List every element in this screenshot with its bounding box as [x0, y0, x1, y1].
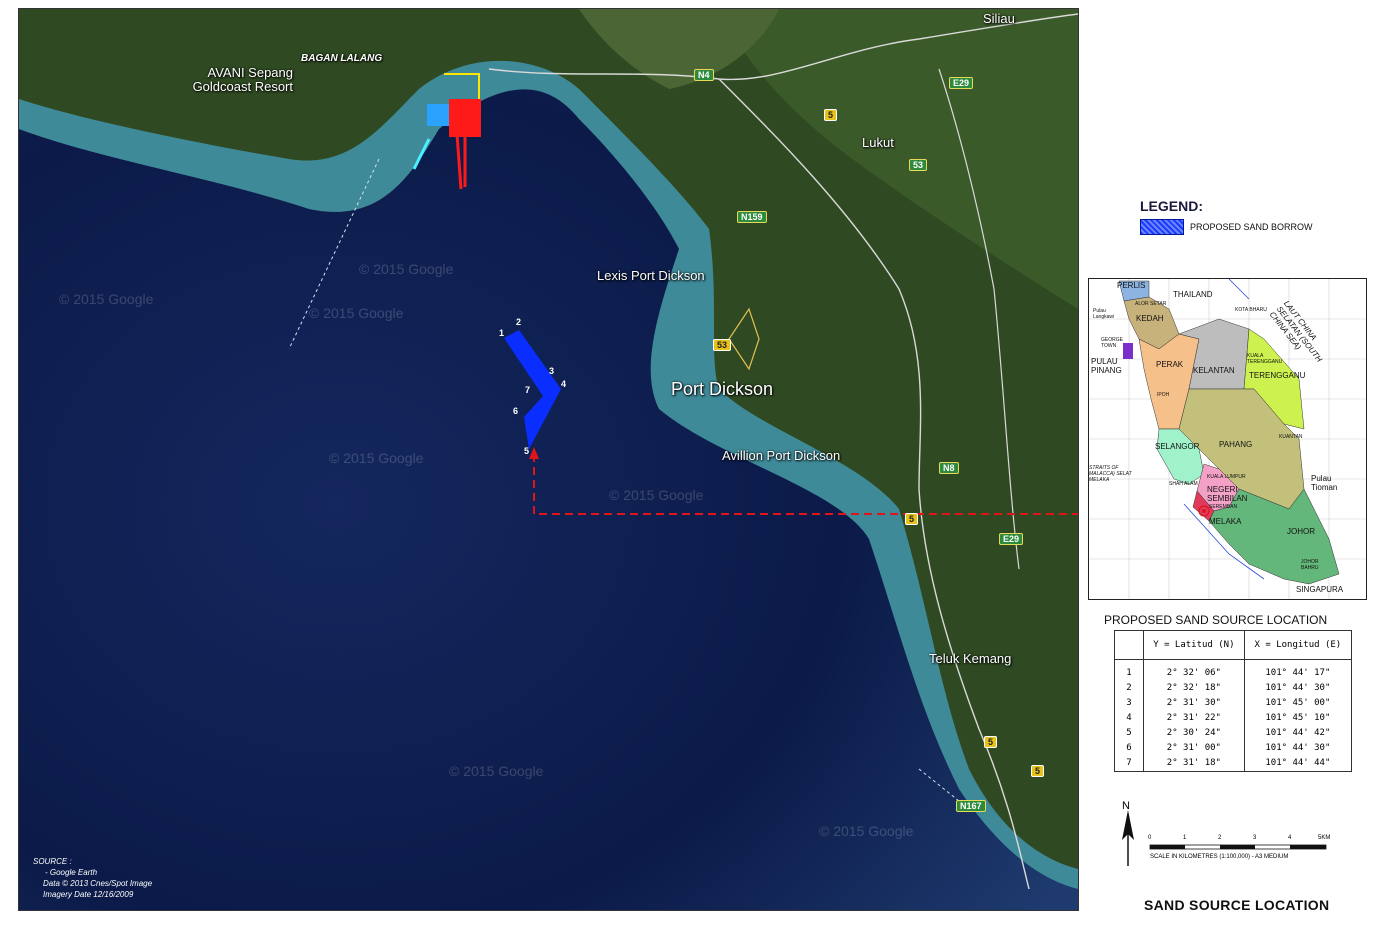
table-row: 6 2° 31' 00" 101° 44' 30"	[1114, 740, 1353, 756]
place-teluk-kemang: Teluk Kemang	[929, 651, 1012, 666]
inset-label-kedah: KEDAH	[1136, 314, 1164, 323]
inset-label-seremban: SEREMBAN	[1209, 504, 1238, 510]
inset-label-kelantan: KELANTAN	[1193, 366, 1235, 375]
place-bagan-lalang: BAGAN LALANG	[301, 53, 383, 64]
scale-caption: SCALE IN KILOMETRES (1:100,000) - A3 MED…	[1150, 854, 1289, 860]
coordinates-table: Y = Latitud (N) X = Longitud (E) 1 2° 32'…	[1114, 630, 1353, 772]
road-n159: N159	[737, 211, 767, 223]
road-5c: 5	[984, 736, 998, 748]
inset-label-johor: JOHOR	[1287, 527, 1315, 536]
watermark: © 2015 Google	[819, 823, 914, 839]
road-5d: 5	[1031, 765, 1045, 777]
watermark: © 2015 Google	[59, 291, 154, 307]
inset-label-melaka: MELAKA	[1209, 517, 1242, 526]
table-row: 5 2° 30' 24" 101° 44' 42"	[1114, 725, 1353, 741]
scale-tick-0: 0	[1148, 835, 1152, 841]
source-note: SOURCE : - Google Earth Data © 2013 Cnes…	[33, 857, 153, 899]
inset-label-kuantan: KUANTAN	[1279, 434, 1303, 440]
inset-label-negeri-sembilan: NEGERI SEMBILAN	[1207, 485, 1248, 503]
road-5a: 5	[824, 109, 838, 121]
blue-hatch-swatch-icon	[1140, 219, 1184, 235]
page-title: SAND SOURCE LOCATION	[1144, 897, 1330, 913]
inset-label-shah-alam: SHAH ALAM	[1169, 481, 1198, 487]
road-n4: N4	[694, 69, 714, 81]
inset-label-pahang: PAHANG	[1219, 440, 1253, 449]
legend: LEGEND: PROPOSED SAND BORROW	[1140, 198, 1313, 235]
inset-label-ipoh: IPOH	[1157, 392, 1170, 398]
place-lukut: Lukut	[862, 135, 894, 150]
place-lexis: Lexis Port Dickson	[597, 268, 705, 283]
inset-label-george-town: GEORGE TOWN	[1101, 337, 1123, 349]
table-row: 1 2° 32' 06" 101° 44' 17"	[1114, 659, 1353, 681]
place-avani: AVANI Sepang Goldcoast Resort	[192, 65, 293, 94]
point-5-label: 5	[524, 446, 530, 456]
road-n8: N8	[939, 462, 959, 474]
table-row: 2 2° 32' 18" 101° 44' 30"	[1114, 680, 1353, 696]
scale-tick-3: 3	[1253, 835, 1257, 841]
header-longitude: X = Longitud (E)	[1243, 630, 1353, 660]
inset-label-alor-setar: ALOR SETAR	[1135, 301, 1167, 307]
road-e29b: E29	[999, 533, 1024, 545]
watermark: © 2015 Google	[329, 450, 424, 466]
road-e29: E29	[949, 77, 974, 89]
inset-map-malaysia: PERLIS THAILAND ALOR SETAR KOTA BHARU Pu…	[1088, 278, 1367, 600]
coordinates-header-row: Y = Latitud (N) X = Longitud (E)	[1114, 630, 1353, 660]
north-label: N	[1122, 800, 1130, 812]
inset-label-selangor: SELANGOR	[1155, 442, 1200, 451]
inset-label-kota-bharu: KOTA BHARU	[1235, 307, 1267, 313]
map-base	[19, 9, 1078, 910]
point-7-label: 7	[525, 385, 531, 395]
watermark: © 2015 Google	[359, 261, 454, 277]
scale-tick-1: 1	[1183, 835, 1187, 841]
place-avillion: Avillion Port Dickson	[722, 448, 841, 463]
scale-tick-2: 2	[1218, 835, 1222, 841]
point-4-label: 4	[561, 379, 567, 389]
watermark: © 2015 Google	[309, 305, 404, 321]
point-2-label: 2	[516, 317, 522, 327]
header-latitude: Y = Latitud (N)	[1143, 630, 1245, 660]
inset-label-pulau-pinang: PULAU PINANG	[1091, 357, 1122, 375]
coordinates-title: PROPOSED SAND SOURCE LOCATION	[1104, 613, 1328, 627]
inset-label-terengganu: TERENGGANU	[1249, 371, 1306, 380]
place-port-dickson: Port Dickson	[671, 379, 774, 399]
table-row: 3 2° 31' 30" 101° 45' 00"	[1114, 695, 1353, 711]
point-6-label: 6	[513, 406, 519, 416]
watermark: © 2015 Google	[609, 487, 704, 503]
inset-label-singapura: SINGAPURA	[1296, 585, 1344, 594]
road-5b: 5	[905, 513, 919, 525]
place-siliau: Siliau	[983, 11, 1015, 26]
inset-label-pulau-tioman: Pulau Tioman	[1311, 474, 1338, 492]
satellite-map: 1 2 3 4 5 6 7 Siliau BAGAN LALANG AVANI …	[18, 8, 1079, 911]
road-53a: 53	[909, 159, 928, 171]
legend-item-label: PROPOSED SAND BORROW	[1190, 222, 1313, 232]
inset-label-thailand: THAILAND	[1173, 290, 1213, 299]
scale-tick-4: 4	[1288, 835, 1292, 841]
watermark: © 2015 Google	[449, 763, 544, 779]
inset-label-pulau-langkawi: Pulau Langkawi	[1093, 308, 1115, 320]
scale-tick-5: 5KM	[1318, 835, 1331, 841]
road-53b: 53	[713, 339, 732, 351]
inset-label-perak: PERAK	[1156, 360, 1184, 369]
point-1-label: 1	[499, 328, 505, 338]
table-row: 4 2° 31' 22" 101° 45' 10"	[1114, 710, 1353, 726]
inset-map-base	[1089, 279, 1366, 599]
scale-bar: N 0 1 2 3 4 5KM SCALE IN KILOMETRES (1:1…	[1116, 800, 1346, 870]
point-3-label: 3	[549, 366, 555, 376]
legend-title: LEGEND:	[1140, 198, 1203, 214]
inset-label-perlis: PERLIS	[1117, 281, 1146, 290]
table-row: 7 2° 31' 18" 101° 44' 44"	[1114, 755, 1353, 772]
header-id	[1114, 630, 1144, 660]
legend-item: PROPOSED SAND BORROW	[1140, 219, 1313, 235]
inset-label-kuala-terengganu: KUALA TERENGGANU	[1247, 353, 1283, 365]
inset-label-johor-bahru: JOHOR BAHRU	[1301, 559, 1319, 571]
inset-label-kuala-lumpur: KUALA LUMPUR	[1207, 474, 1246, 480]
road-n167: N167	[956, 800, 986, 812]
inset-label-straits-of-malacca: STRAITS OF MALACCA) SELAT MELAKA	[1089, 465, 1132, 483]
